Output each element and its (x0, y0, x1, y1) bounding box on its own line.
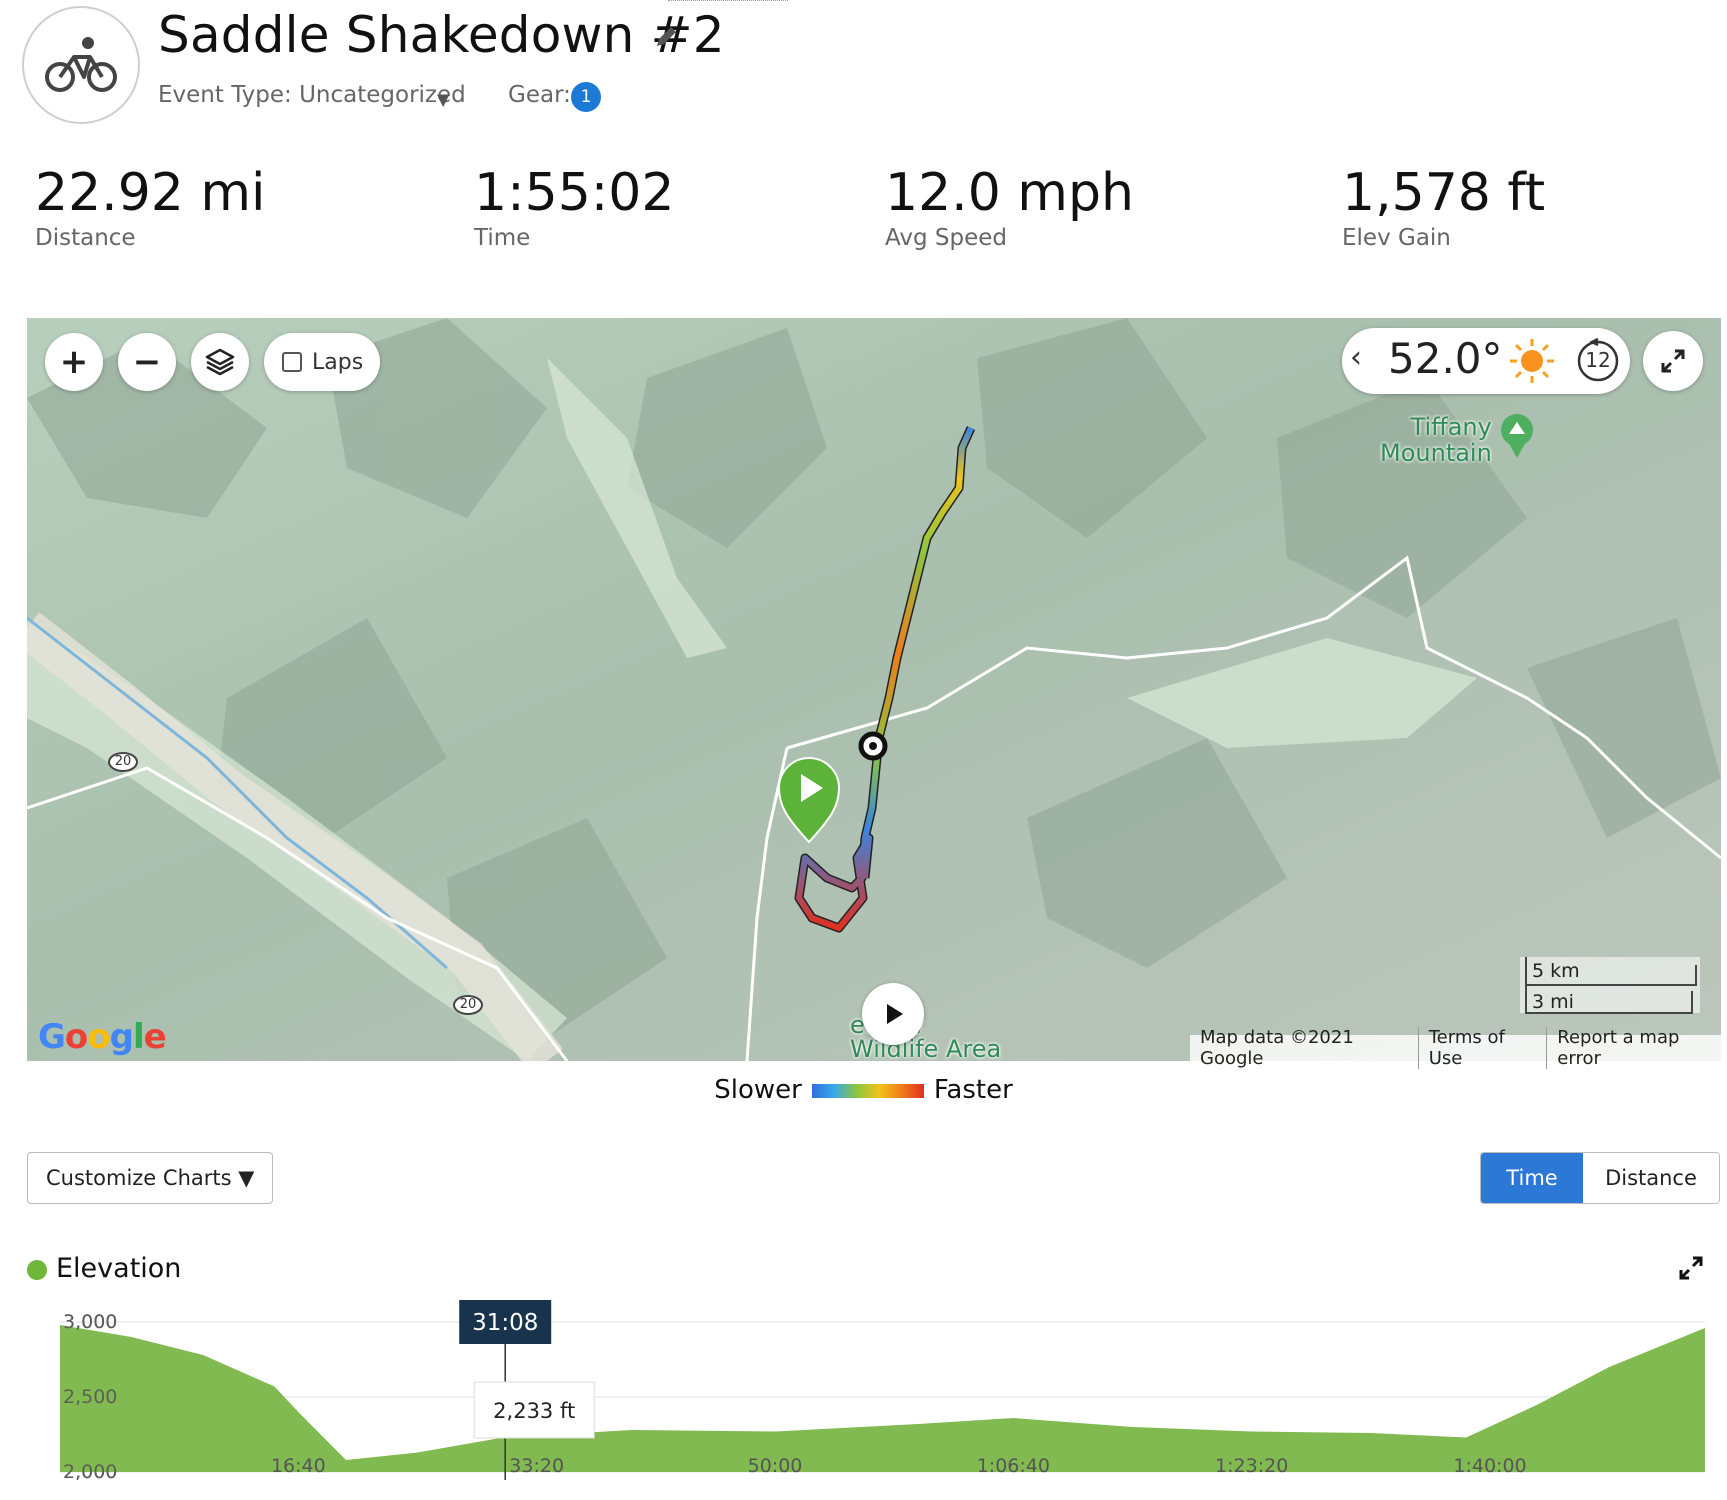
scale-mi-label: 3 mi (1532, 991, 1574, 1013)
x-axis-toggle[interactable]: Time Distance (1480, 1152, 1720, 1204)
layers-icon (205, 348, 235, 376)
road-shield: 20 (453, 995, 483, 1015)
cursor-value-label: 2,233 ft (493, 1399, 575, 1423)
stat-avg-speed: 12.0 mph Avg Speed (885, 163, 1134, 251)
distance-toggle-button[interactable]: Distance (1583, 1153, 1719, 1203)
play-icon (887, 1004, 903, 1024)
stat-distance: 22.92 mi Distance (35, 163, 266, 251)
plus-icon: + (59, 342, 89, 382)
scale-km-label: 5 km (1532, 960, 1580, 982)
top-divider (668, 0, 788, 2)
x-tick-label: 1:23:20 (1215, 1455, 1288, 1477)
laps-toggle[interactable]: Laps (264, 333, 380, 391)
elevation-title: Elevation (56, 1253, 182, 1284)
y-tick-label: 2,500 (63, 1386, 117, 1408)
x-tick-label: 1:06:40 (977, 1455, 1050, 1477)
stat-label: Elev Gain (1342, 225, 1451, 251)
legend-slower: Slower (714, 1075, 802, 1105)
cursor-time-label: 31:08 (472, 1310, 538, 1336)
chevron-down-icon[interactable]: ▼ (437, 90, 449, 109)
clock-replay-icon[interactable]: 12 (1575, 337, 1621, 383)
map-data-attribution: Map data ©2021 Google (1190, 1027, 1419, 1069)
weather-temperature: 52.0° (1388, 334, 1503, 383)
stat-value: 1:55:02 (474, 163, 675, 223)
map-attribution: Map data ©2021 Google Terms of Use Repor… (1190, 1027, 1727, 1069)
legend-faster: Faster (933, 1075, 1013, 1105)
stat-elev-gain: 1,578 ft Elev Gain (1342, 163, 1545, 251)
activity-title: Saddle Shakedown #2 (158, 6, 725, 64)
poi-line: Tiffany (1410, 413, 1492, 441)
stat-value: 22.92 mi (35, 163, 266, 223)
laps-checkbox[interactable] (282, 352, 302, 372)
stat-value: 12.0 mph (885, 163, 1134, 223)
y-tick-label: 3,000 (63, 1311, 117, 1333)
x-tick-label: 33:20 (509, 1455, 564, 1477)
speed-gradient (811, 1083, 924, 1098)
zoom-out-button[interactable]: − (118, 333, 176, 391)
event-type-dropdown[interactable]: Event Type: Uncategorized (158, 82, 466, 108)
stat-time: 1:55:02 Time (474, 163, 674, 251)
minus-icon: − (132, 342, 162, 382)
elevation-area (60, 1325, 1705, 1472)
expand-chart-icon[interactable] (1678, 1255, 1704, 1281)
time-toggle-button[interactable]: Time (1481, 1153, 1583, 1203)
bicycle-icon (22, 6, 140, 124)
speed-legend: Slower Faster (0, 1075, 1727, 1105)
layers-button[interactable] (191, 333, 249, 391)
pencil-icon[interactable] (653, 24, 679, 50)
fullscreen-button[interactable] (1643, 331, 1703, 391)
start-marker-icon (777, 757, 841, 844)
elevation-chart[interactable]: 3,0002,5002,0003,0002,5002,00016:4033:20… (0, 1300, 1727, 1500)
area-line: Wildlife Area (850, 1035, 1002, 1063)
stat-label: Distance (35, 225, 136, 251)
play-route-button[interactable] (862, 983, 924, 1045)
expand-icon (1661, 349, 1685, 373)
terms-of-use-link[interactable]: Terms of Use (1419, 1027, 1548, 1069)
stat-label: Avg Speed (885, 225, 1008, 251)
zoom-in-button[interactable]: + (45, 333, 103, 391)
poi-line: Mountain (1380, 439, 1492, 467)
weather-hour: 12 (1585, 348, 1611, 372)
chevron-left-icon[interactable]: ‹ (1350, 340, 1362, 375)
x-tick-label: 50:00 (748, 1455, 803, 1477)
gear-count-badge[interactable]: 1 (571, 82, 601, 112)
stat-label: Time (474, 225, 531, 251)
x-tick-label: 1:40:00 (1453, 1455, 1526, 1477)
elevation-series-dot (27, 1260, 47, 1280)
report-map-error-link[interactable]: Report a map error (1547, 1027, 1727, 1069)
gear-label: Gear: (508, 82, 571, 108)
customize-charts-button[interactable]: Customize Charts ▼ (27, 1152, 273, 1204)
stat-value: 1,578 ft (1342, 163, 1546, 223)
x-tick-label: 16:40 (271, 1455, 326, 1477)
google-logo: Google (38, 1017, 167, 1057)
sun-icon (1510, 339, 1554, 383)
poi-label: Tiffany Mountain (1380, 414, 1492, 466)
laps-label: Laps (312, 349, 364, 375)
y-tick-label: 2,000 (63, 1461, 117, 1483)
mountain-pin-icon (1501, 414, 1533, 458)
road-shield: 20 (108, 752, 138, 772)
